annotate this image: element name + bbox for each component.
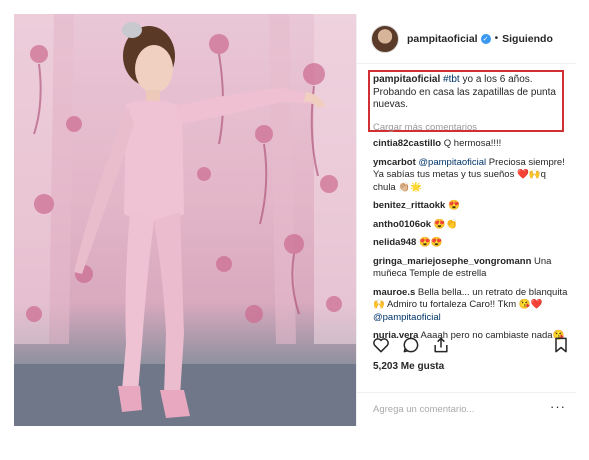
comment-item: nelida948 😍😍 (373, 237, 571, 250)
avatar[interactable] (371, 24, 399, 53)
post-caption: pampitaoficial #tbt yo a los 6 años. Pro… (373, 74, 563, 112)
add-comment-bar: ··· (357, 392, 576, 426)
comment-username[interactable]: antho0106ok (373, 219, 431, 230)
comment-item: ymcarbot @pampitaoficial Preciosa siempr… (373, 157, 571, 195)
load-more-comments-link[interactable]: Cargar más comentarios (373, 122, 477, 133)
comment-text: 😍😍 (416, 237, 443, 248)
post-photo[interactable] (14, 14, 356, 426)
comment-username[interactable]: cintia82castillo (373, 138, 441, 149)
caption-hashtag[interactable]: #tbt (443, 74, 460, 85)
bookmark-icon[interactable] (551, 335, 571, 355)
post-actions-bar (371, 334, 571, 356)
comment-item: gringa_mariejosephe_vongromann Una muñec… (373, 256, 571, 281)
comment-item: mauroe.s Bella bella... un retrato de bl… (373, 287, 571, 325)
ballet-girl-image (14, 14, 356, 426)
comment-username[interactable]: mauroe.s (373, 287, 415, 298)
likes-count[interactable]: 5,203 Me gusta (373, 361, 444, 372)
heart-icon[interactable] (371, 335, 391, 355)
share-icon[interactable] (431, 335, 451, 355)
comment-text: 😍👏 (431, 218, 458, 230)
post-header: pampitaoficial ✓ • Siguiendo (357, 14, 576, 64)
verified-badge-icon: ✓ (480, 33, 491, 44)
comment-text: 😍 (445, 200, 460, 211)
comment-mention[interactable]: @pampitaoficial (373, 312, 441, 323)
post-side-panel: pampitaoficial ✓ • Siguiendo pampitaofic… (356, 14, 576, 426)
caption-username[interactable]: pampitaoficial (373, 74, 440, 85)
comment-username[interactable]: ymcarbot (373, 157, 416, 168)
comment-text: Q hermosa!!!! (441, 138, 502, 149)
comment-username[interactable]: benitez_rittaokk (373, 200, 445, 211)
comment-username[interactable]: gringa_mariejosephe_vongromann (373, 256, 531, 267)
comment-item: antho0106ok 😍👏 (373, 219, 571, 232)
following-button[interactable]: Siguiendo (502, 33, 553, 45)
header-username[interactable]: pampitaoficial (407, 33, 478, 45)
comment-username[interactable]: nelida948 (373, 237, 416, 248)
comment-icon[interactable] (401, 335, 421, 355)
comment-mention[interactable]: @pampitaoficial (416, 157, 486, 168)
add-comment-input[interactable] (373, 404, 543, 415)
separator-dot: • (494, 33, 499, 44)
comment-item: benitez_rittaokk 😍 (373, 200, 571, 213)
comment-item: cintia82castillo Q hermosa!!!! (373, 138, 571, 151)
comments-list: cintia82castillo Q hermosa!!!! ymcarbot … (373, 138, 571, 343)
more-options-icon[interactable]: ··· (550, 399, 566, 414)
